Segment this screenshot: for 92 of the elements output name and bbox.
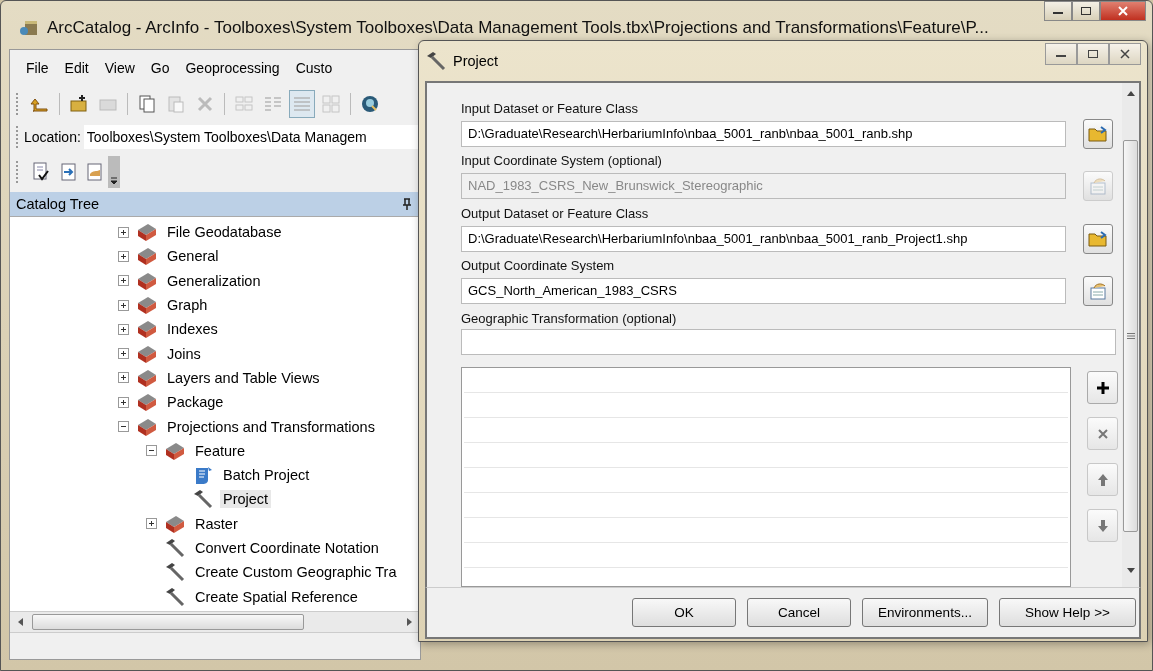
tree-item[interactable]: Feature: [192, 441, 248, 460]
dialog-button[interactable]: OK: [632, 598, 736, 627]
input-field[interactable]: [461, 328, 1116, 355]
parameter-label: Input Dataset or Feature Class: [461, 100, 640, 118]
maximize-button[interactable]: [1077, 43, 1109, 65]
toolbox-icon: [136, 295, 158, 316]
menu-item[interactable]: Custo: [287, 58, 341, 78]
pin-icon[interactable]: [402, 198, 412, 210]
tree-item[interactable]: Raster: [192, 514, 241, 533]
tree-item[interactable]: Create Spatial Reference: [192, 587, 361, 606]
maximize-icon: [1087, 49, 1099, 59]
toolbox-icon: [136, 367, 158, 388]
dialog-title: Project: [453, 53, 499, 69]
expander-icon[interactable]: [118, 323, 129, 335]
close-button[interactable]: [1100, 1, 1146, 21]
close-icon: [1119, 49, 1131, 59]
tree-item[interactable]: Project: [220, 490, 272, 509]
expander-icon[interactable]: [146, 518, 157, 530]
tree-item[interactable]: Joins: [164, 344, 204, 363]
tree-item[interactable]: Generalization: [164, 271, 264, 290]
toolbox-icon: [136, 319, 158, 340]
expander-icon[interactable]: [118, 372, 129, 384]
document-check-icon[interactable]: [31, 162, 51, 182]
tree-item[interactable]: General: [164, 247, 222, 266]
toolbox-icon: [136, 270, 158, 291]
tree-item[interactable]: Layers and Table Views: [164, 368, 323, 387]
menu-item[interactable]: Go: [142, 58, 178, 78]
hammer-icon: [192, 489, 214, 510]
toolbox-icon: [164, 440, 186, 461]
tree-item[interactable]: Projections and Transformations: [164, 417, 378, 436]
hammer-icon: [164, 562, 186, 583]
plus-icon[interactable]: [1087, 371, 1118, 405]
toolbox-icon: [136, 416, 158, 437]
properties-icon[interactable]: [1083, 276, 1113, 307]
menu-item[interactable]: Edit: [56, 58, 97, 78]
horizontal-scrollbar[interactable]: [10, 611, 420, 632]
menu-item[interactable]: Geoprocessing: [177, 58, 288, 78]
tree-item[interactable]: Create Custom Geographic Tra: [192, 563, 400, 582]
maximize-icon: [1080, 6, 1092, 16]
tree-item[interactable]: Indexes: [164, 320, 221, 339]
minimize-button[interactable]: [1044, 1, 1072, 21]
expander-icon[interactable]: [118, 275, 129, 287]
location-field[interactable]: Toolboxes\System Toolboxes\Data Managem: [83, 125, 420, 149]
tree-item[interactable]: Package: [164, 393, 227, 412]
expander-icon[interactable]: [118, 299, 129, 311]
input-field[interactable]: GCS_North_American_1983_CSRS: [461, 278, 1066, 305]
expander-icon[interactable]: [118, 348, 129, 360]
input-field[interactable]: D:\Graduate\Research\HerbariumInfo\nbaa_5001_ranb\nbaa_5001_ranb.shp: [461, 121, 1066, 147]
toolbox-icon: [136, 222, 158, 243]
dialog-button[interactable]: Environments...: [862, 598, 988, 627]
expander-icon[interactable]: [118, 250, 129, 262]
menu-item[interactable]: View: [96, 58, 143, 78]
tree-item[interactable]: Graph: [164, 296, 211, 315]
expander-icon[interactable]: [118, 396, 129, 408]
hammer-icon: [164, 586, 186, 607]
input-field[interactable]: D:\Graduate\Research\HerbariumInfo\nbaa_5001_ranb\nbaa_5001_ranb_Project1.shp: [461, 225, 1066, 252]
tree-item[interactable]: Batch Project: [220, 466, 313, 485]
toolbox-icon: [136, 246, 158, 267]
expander-icon[interactable]: [146, 445, 157, 457]
expander-icon[interactable]: [118, 226, 129, 238]
scroll-up-icon[interactable]: [1126, 91, 1135, 96]
scroll-left-icon[interactable]: [18, 618, 24, 626]
toolbox-icon: [136, 392, 158, 413]
toolbar-options-icon[interactable]: [108, 156, 120, 188]
location-label: Location:: [24, 129, 81, 145]
vertical-scrollbar[interactable]: [1122, 83, 1139, 587]
panel-title: Catalog Tree: [16, 196, 100, 212]
tree-item[interactable]: File Geodatabase: [164, 223, 285, 242]
dialog-button[interactable]: Show Help >>: [999, 598, 1136, 627]
scroll-right-icon[interactable]: [406, 618, 412, 626]
close-button[interactable]: [1109, 43, 1141, 65]
close-icon: [1117, 6, 1129, 16]
grip-icon: [1126, 333, 1135, 339]
parameter-label: Output Coordinate System: [461, 257, 616, 276]
parameter-label: Output Dataset or Feature Class: [461, 204, 650, 223]
parameter-label: Input Coordinate System (optional): [461, 152, 663, 171]
hammer-icon: [425, 51, 447, 71]
folder-icon[interactable]: [1083, 119, 1113, 149]
expander-icon[interactable]: [118, 421, 129, 432]
tree-item[interactable]: Convert Coordinate Notation: [192, 539, 382, 557]
scroll-down-icon[interactable]: [1126, 568, 1135, 573]
toolbox-icon: [136, 343, 158, 364]
folder-icon[interactable]: [1083, 223, 1113, 254]
toolbox-icon: [164, 513, 186, 534]
maximize-button[interactable]: [1072, 1, 1100, 21]
window-title: ArcCatalog - ArcInfo - Toolboxes\System Toolboxes\Data Management Tools.tbx\Projections and Transformations\Feature\P...: [47, 18, 989, 38]
app-icon: [19, 19, 39, 37]
menu-item[interactable]: File: [18, 58, 57, 78]
dialog-button[interactable]: Cancel: [747, 598, 851, 627]
hammer-icon: [164, 538, 186, 558]
minimize-button[interactable]: [1045, 43, 1077, 65]
parameter-label: Geographic Transformation (optional): [461, 309, 678, 328]
